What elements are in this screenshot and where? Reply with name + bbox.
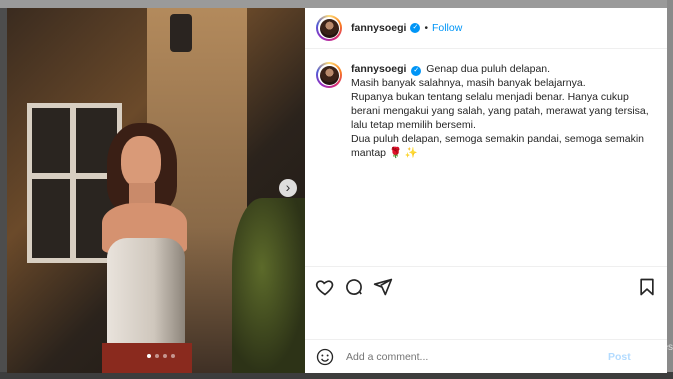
carousel-dot [163,354,167,358]
carousel-dots [147,354,175,358]
smiley-icon[interactable] [316,348,334,366]
comment-row: Post [305,339,667,374]
post-comment-button[interactable]: Post [608,351,631,363]
background-top-bar [0,0,673,8]
photo-lamp [170,14,192,52]
caption-line-4: Dua puluh delapan, semoga semakin pandai… [351,133,645,159]
post-modal: › fannysoegi ✓ • Follow fannysoegi ✓ Gen… [7,8,667,373]
background-right-edge [667,0,673,379]
caption-avatar[interactable] [316,62,342,88]
follow-button[interactable]: Follow [432,22,462,34]
caption-text: fannysoegi ✓ Genap dua puluh delapan. Ma… [351,62,651,160]
caption-verified-badge-icon: ✓ [411,66,422,76]
photo-person-top [107,238,185,348]
post-header: fannysoegi ✓ • Follow [305,8,667,49]
chevron-right-icon: › [285,179,291,195]
username[interactable]: fannysoegi [351,22,406,34]
post-panel: fannysoegi ✓ • Follow fannysoegi ✓ Genap… [305,8,667,373]
avatar-image [319,18,339,38]
share-icon[interactable] [373,277,393,297]
post-media[interactable]: › [7,8,305,373]
caption-avatar-image [319,65,339,85]
caption-line-1: Genap dua puluh delapan. [426,63,551,75]
caption: fannysoegi ✓ Genap dua puluh delapan. Ma… [316,62,651,160]
carousel-dot [155,354,159,358]
verified-badge-icon: ✓ [410,23,421,33]
comment-icon[interactable] [344,277,364,297]
carousel-dot [147,354,151,358]
photo-person-face [121,136,161,188]
avatar[interactable] [316,15,342,41]
caption-line-3: Rupanya bukan tentang selalu menjadi ben… [351,91,649,131]
caption-line-2: Masih banyak salahnya, masih banyak bela… [351,77,586,89]
bookmark-icon[interactable] [637,277,657,297]
next-image-button[interactable]: › [279,179,297,197]
caption-username[interactable]: fannysoegi [351,63,406,75]
carousel-dot [171,354,175,358]
action-bar [305,266,667,307]
heart-icon[interactable] [315,277,335,297]
photo-person-skirt [102,343,192,373]
photo-plant [232,198,305,373]
comment-input[interactable] [344,350,608,364]
separator-dot: • [424,22,428,34]
